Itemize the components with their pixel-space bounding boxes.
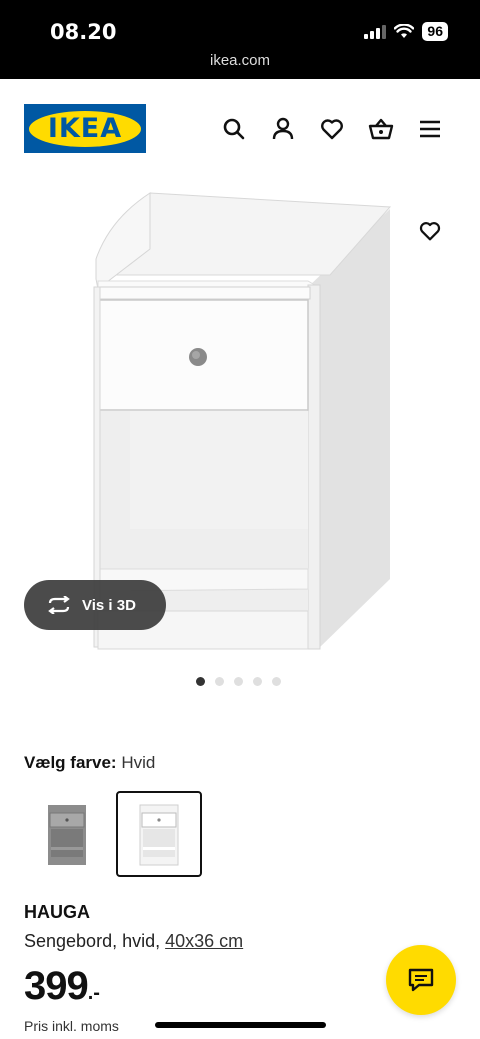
ikea-logo[interactable]: IKEA <box>24 104 146 153</box>
selected-color: Hvid <box>121 753 156 772</box>
view-in-3d-label: Vis i 3D <box>82 596 136 614</box>
logo-text: IKEA <box>29 110 141 147</box>
account-icon[interactable] <box>270 116 296 142</box>
site-header: IKEA <box>0 79 480 179</box>
pagination-dot[interactable] <box>234 677 243 686</box>
view-in-3d-button[interactable]: Vis i 3D <box>24 580 166 630</box>
product-price: 399.- <box>24 964 100 1009</box>
color-label: Vælg farve: Hvid <box>24 753 155 773</box>
product-name: HAUGA <box>24 902 90 922</box>
rotate-3d-icon <box>48 596 70 614</box>
status-bar: 08.20 96 ikea.com <box>0 0 480 79</box>
wifi-icon <box>394 24 415 38</box>
home-indicator <box>155 1022 326 1028</box>
heart-icon[interactable] <box>319 116 345 142</box>
product-description: Sengebord, hvid, 40x36 cm <box>24 931 243 952</box>
image-pagination <box>196 677 281 686</box>
signal-icon <box>364 24 387 39</box>
white-table-thumbnail <box>139 804 179 866</box>
basket-icon[interactable] <box>368 116 394 142</box>
product-type: Sengebord, hvid, <box>24 931 161 951</box>
chat-icon <box>408 968 434 992</box>
pagination-dot[interactable] <box>196 677 205 686</box>
battery-indicator: 96 <box>422 22 448 41</box>
menu-icon[interactable] <box>417 116 443 142</box>
grey-table-thumbnail <box>48 805 86 865</box>
address-bar[interactable]: ikea.com <box>0 52 480 69</box>
clock: 08.20 <box>50 20 117 44</box>
favourite-icon[interactable] <box>418 219 442 243</box>
color-label-title: Vælg farve: <box>24 753 117 772</box>
pagination-dot[interactable] <box>253 677 262 686</box>
pagination-dot[interactable] <box>215 677 224 686</box>
chat-button[interactable] <box>386 945 456 1015</box>
price-note: Pris inkl. moms <box>24 1018 119 1034</box>
product-dimensions-link[interactable]: 40x36 cm <box>165 931 243 951</box>
pagination-dot[interactable] <box>272 677 281 686</box>
price-suffix: .- <box>87 982 100 1004</box>
search-icon[interactable] <box>221 116 247 142</box>
system-indicators: 96 <box>364 22 448 41</box>
color-option-grey[interactable] <box>24 791 110 877</box>
color-option-white[interactable] <box>116 791 202 877</box>
price-value: 399 <box>24 964 89 1008</box>
